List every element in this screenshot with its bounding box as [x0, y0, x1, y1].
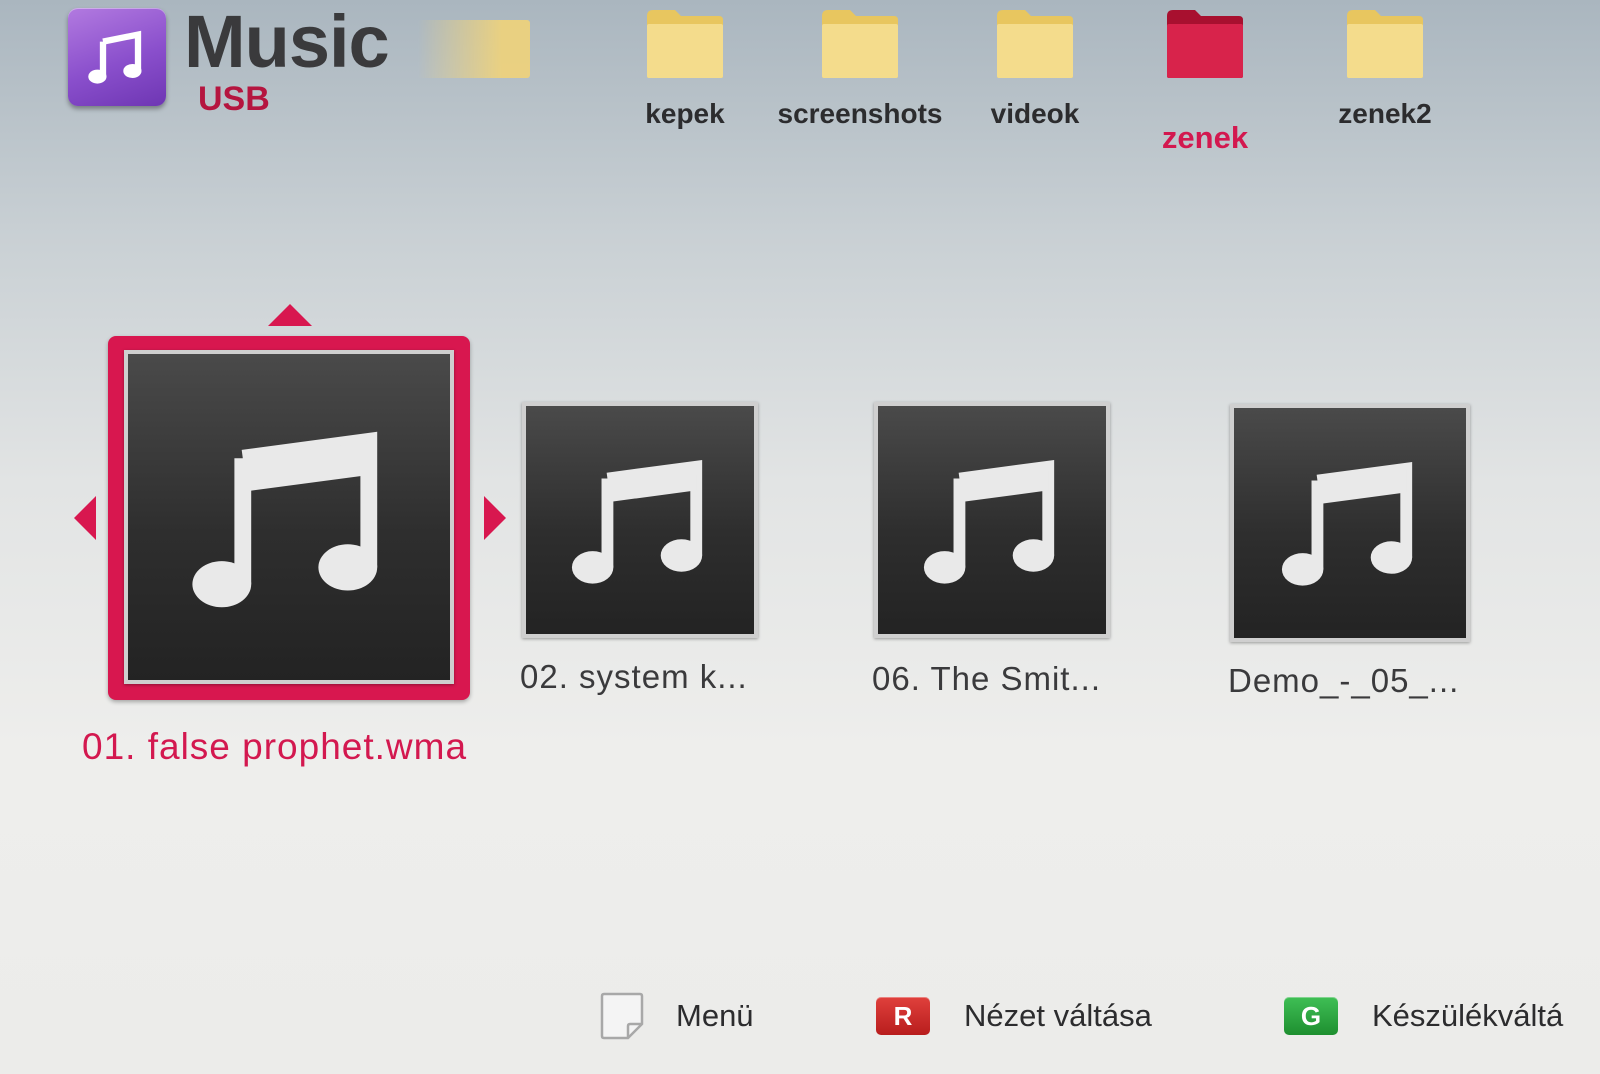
red-key-badge: R: [876, 997, 930, 1035]
folder-icon: [997, 10, 1073, 78]
music-app-icon: [68, 8, 166, 106]
folder-label: screenshots: [777, 98, 943, 129]
folder-icon: [418, 20, 530, 78]
menu-remote-key-icon: [600, 992, 644, 1040]
folder-label: kepek: [645, 98, 725, 129]
footer-switch-view-label: Nézet váltása: [964, 998, 1152, 1033]
source-label: USB: [198, 80, 270, 118]
music-note-icon: [571, 459, 703, 584]
file-tile-2[interactable]: [522, 402, 758, 638]
file-tile-3[interactable]: [874, 402, 1110, 638]
file-label: Demo_-_05_...: [1228, 662, 1460, 699]
page-title: Music: [184, 0, 390, 83]
folder-icon: [647, 10, 723, 78]
folder-label: videok: [990, 98, 1080, 129]
file-label: 01. false prophet.wma: [82, 726, 468, 767]
nav-left-arrow-icon[interactable]: [74, 496, 96, 540]
music-note-icon: [88, 30, 142, 84]
folder-label: zenek2: [1338, 98, 1432, 129]
file-tile-4[interactable]: [1230, 404, 1470, 642]
footer-switch-device-button[interactable]: G Készülékváltá: [1284, 988, 1563, 1044]
folder-item-zenek2[interactable]: zenek2: [1290, 6, 1480, 130]
folder-item-videok[interactable]: videok: [940, 6, 1130, 130]
music-note-icon: [1281, 461, 1413, 586]
folder-icon: [1167, 10, 1243, 78]
music-note-icon: [923, 459, 1055, 584]
folder-item-kepek[interactable]: kepek: [590, 6, 780, 130]
green-key-badge: G: [1284, 997, 1338, 1035]
footer-menu-label: Menü: [676, 998, 754, 1033]
folder-label: zenek: [1161, 120, 1249, 155]
footer-menu-button[interactable]: Menü: [598, 988, 754, 1044]
footer-switch-device-label: Készülékváltá: [1372, 998, 1564, 1033]
nav-right-arrow-icon[interactable]: [484, 496, 506, 540]
folder-icon: [822, 10, 898, 78]
folder-icon: [1347, 10, 1423, 78]
file-tile-1[interactable]: [124, 350, 454, 684]
folder-item-partial[interactable]: [418, 6, 530, 98]
folder-item-zenek[interactable]: zenek: [1110, 6, 1300, 156]
music-note-icon: [192, 431, 378, 608]
file-label: 06. The Smit...: [872, 660, 1101, 697]
nav-up-arrow-icon[interactable]: [268, 304, 312, 326]
folder-item-screenshots[interactable]: screenshots: [765, 6, 955, 130]
file-label: 02. system k...: [520, 658, 748, 695]
footer-switch-view-button[interactable]: R Nézet váltása: [876, 988, 1152, 1044]
